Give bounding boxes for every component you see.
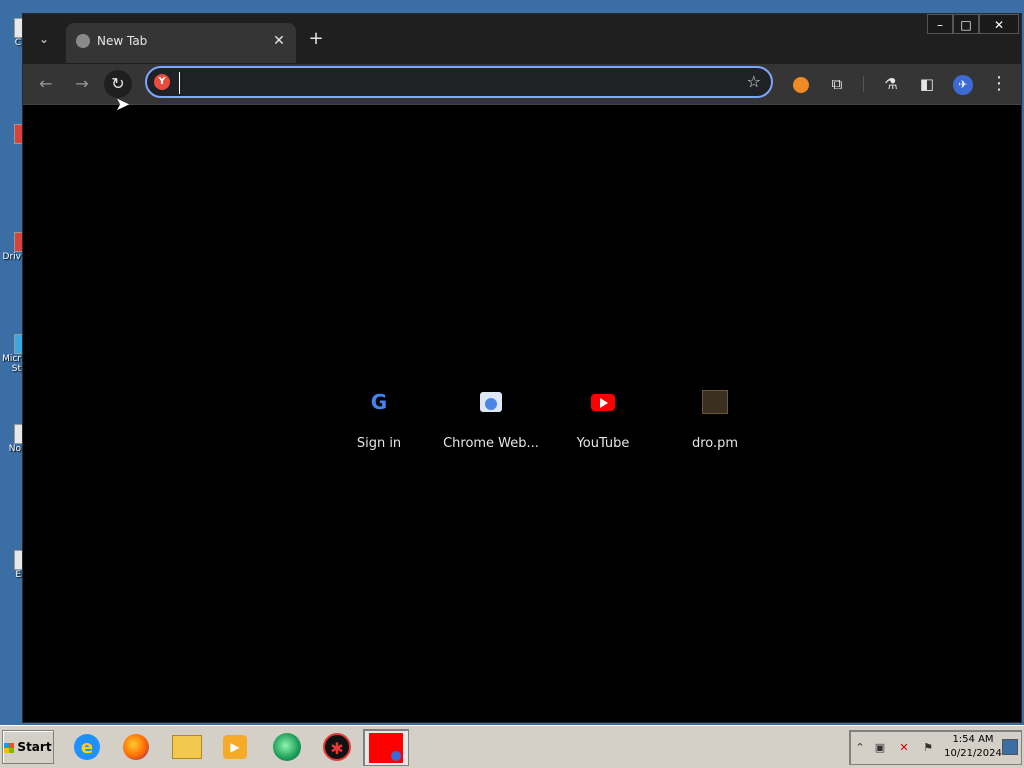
start-button[interactable]: Start bbox=[2, 730, 54, 764]
action-center-flag-icon[interactable]: ⚑ bbox=[920, 740, 936, 756]
youtube-icon bbox=[579, 378, 627, 426]
firefox-icon[interactable] bbox=[119, 731, 153, 763]
desktop-icon[interactable]: Micr St bbox=[0, 334, 26, 374]
show-desktop-icon[interactable] bbox=[1002, 739, 1018, 755]
desktop-icon[interactable] bbox=[0, 124, 26, 144]
shortcut-dro-pm[interactable]: dro.pm bbox=[659, 367, 771, 457]
forward-arrow-icon[interactable]: → bbox=[68, 70, 96, 98]
file-explorer-icon[interactable] bbox=[170, 731, 204, 763]
title-bar: ⌄ New Tab ✕ + – □ ✕ bbox=[23, 14, 1021, 64]
shortcut-tiles: G Sign in Chrome Web... YouTube dro.pm bbox=[323, 367, 739, 457]
minimize-button[interactable]: – bbox=[927, 14, 953, 34]
windows-logo-icon bbox=[4, 742, 15, 753]
desktop-icon[interactable]: C bbox=[0, 18, 26, 48]
new-tab-plus-icon[interactable]: + bbox=[305, 28, 327, 50]
maximize-button[interactable]: □ bbox=[953, 14, 979, 34]
desktop-icon[interactable]: E bbox=[0, 550, 26, 580]
clock-time: 1:54 AM bbox=[952, 734, 994, 745]
desktop-icon-label: Micr St bbox=[2, 354, 21, 374]
labs-flask-icon[interactable]: ⚗ bbox=[879, 72, 903, 96]
close-window-button[interactable]: ✕ bbox=[979, 14, 1019, 34]
tab-title: New Tab bbox=[97, 34, 148, 48]
clock[interactable]: 1:54 AM 10/21/2024 bbox=[942, 733, 1004, 761]
back-arrow-icon[interactable]: ← bbox=[32, 70, 60, 98]
media-player-icon[interactable]: ▶ bbox=[218, 731, 252, 763]
shortcut-label: dro.pm bbox=[691, 436, 739, 451]
google-icon: G bbox=[355, 378, 403, 426]
mouse-cursor-icon: ➤ bbox=[115, 94, 131, 115]
tab-new-tab[interactable]: New Tab ✕ bbox=[66, 23, 296, 63]
globe-icon bbox=[76, 34, 90, 48]
more-menu-icon[interactable]: ⋮ bbox=[987, 72, 1011, 96]
close-tab-icon[interactable]: ✕ bbox=[270, 32, 288, 50]
chrome-window-thumbnail-icon bbox=[369, 732, 403, 763]
shortcut-sign-in[interactable]: G Sign in bbox=[323, 367, 435, 457]
toolbar-divider bbox=[863, 76, 864, 92]
desktop-icon-label: Driv bbox=[2, 252, 21, 262]
browser-window: ⌄ New Tab ✕ + – □ ✕ ← → ↻ Y ☆ ⧉ ⚗ ◧ ✈ ⋮ … bbox=[22, 13, 1022, 723]
shortcut-label: Sign in bbox=[356, 436, 402, 451]
volume-muted-icon[interactable]: ✕ bbox=[896, 740, 912, 756]
browser-toolbar: ← → ↻ Y ☆ ⧉ ⚗ ◧ ✈ ⋮ bbox=[23, 64, 1021, 105]
shortcut-chrome-web-store[interactable]: Chrome Web... bbox=[435, 367, 547, 457]
profile-avatar-icon[interactable]: ✈ bbox=[951, 72, 975, 96]
desktop-icon[interactable]: No bbox=[0, 424, 26, 454]
shortcut-label: Chrome Web... bbox=[443, 436, 539, 451]
green-app-icon[interactable] bbox=[270, 731, 304, 763]
system-tray: ⌃ ▣ ✕ ⚑ 1:54 AM 10/21/2024 bbox=[849, 730, 1022, 765]
bookmark-star-icon[interactable]: ☆ bbox=[747, 72, 761, 92]
red-app-icon[interactable]: ✱ bbox=[320, 731, 354, 763]
desktop-icon[interactable]: Driv bbox=[0, 232, 26, 262]
shortcut-label: YouTube bbox=[576, 436, 630, 451]
dro-pm-icon bbox=[691, 378, 739, 426]
site-info-icon[interactable]: Y bbox=[154, 74, 170, 90]
desktop-icon-label: E bbox=[15, 570, 21, 580]
address-bar[interactable]: Y ☆ bbox=[145, 66, 773, 98]
tab-search-chevron-icon[interactable]: ⌄ bbox=[35, 30, 53, 48]
taskbar: Start e ▶ ✱ ⌃ ▣ ✕ ⚑ 1:54 AM 10/21/2024 bbox=[0, 725, 1024, 768]
tray-expand-icon[interactable]: ⌃ bbox=[852, 740, 868, 756]
chrome-web-store-icon bbox=[467, 378, 515, 426]
new-tab-page: G Sign in Chrome Web... YouTube dro.pm bbox=[23, 105, 1021, 722]
network-icon[interactable]: ▣ bbox=[872, 740, 888, 756]
clock-date: 10/21/2024 bbox=[944, 748, 1002, 759]
active-window-button[interactable] bbox=[363, 729, 409, 766]
desktop-icon-label: C bbox=[14, 38, 21, 48]
start-label: Start bbox=[17, 740, 52, 754]
side-panel-icon[interactable]: ◧ bbox=[915, 72, 939, 96]
extension-orange-icon[interactable] bbox=[789, 72, 813, 96]
address-input[interactable] bbox=[179, 72, 725, 94]
shortcut-youtube[interactable]: YouTube bbox=[547, 367, 659, 457]
internet-explorer-icon[interactable]: e bbox=[70, 731, 104, 763]
desktop-icon-label: No bbox=[8, 444, 21, 454]
extensions-puzzle-icon[interactable]: ⧉ bbox=[825, 72, 849, 96]
